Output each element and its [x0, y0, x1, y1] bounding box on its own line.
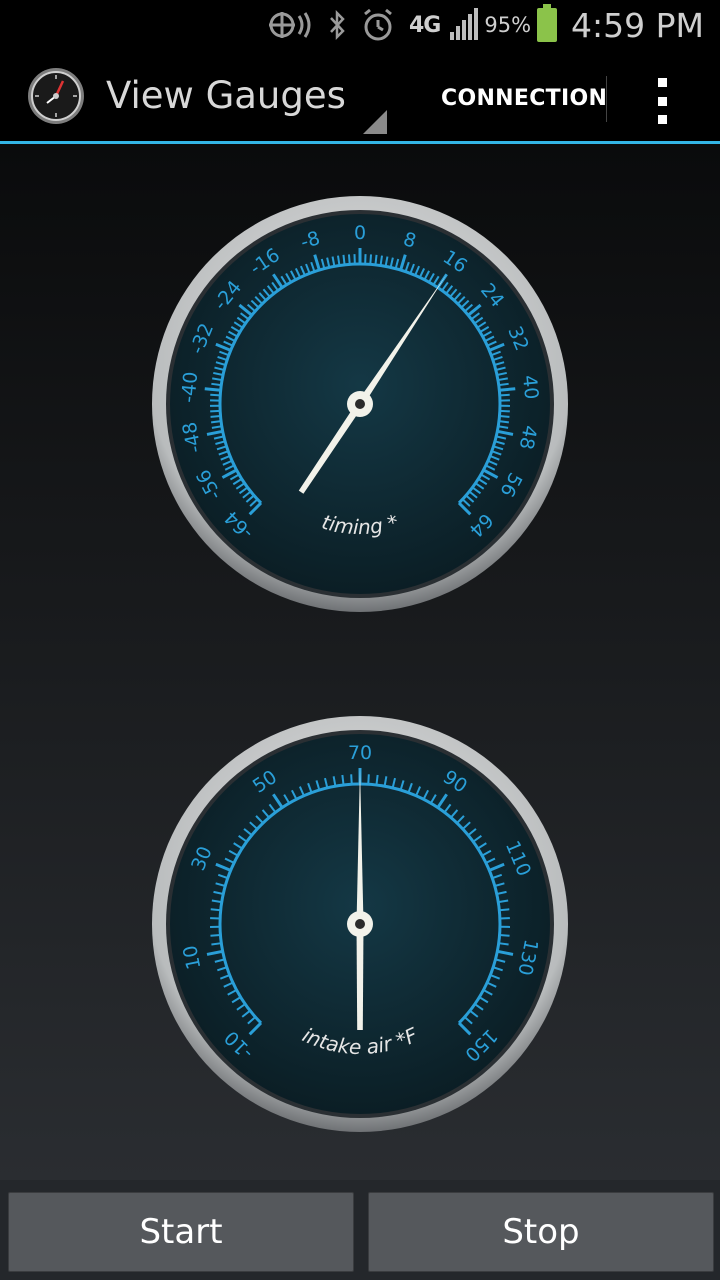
action-divider: [606, 76, 607, 122]
start-button[interactable]: Start: [8, 1192, 354, 1272]
gauge-minor-tick: [498, 382, 509, 387]
gauge-minor-tick: [347, 254, 351, 265]
gauge-minor-tick: [350, 774, 353, 785]
gauge-minor-tick: [210, 415, 221, 418]
timing-gauge-svg: -64-56-48-40-32-24-16-8 0 816243240485664t…: [152, 196, 568, 612]
gauge-minor-tick: [499, 393, 510, 397]
gauge-minor-tick: [498, 942, 509, 946]
gps-icon: [267, 10, 313, 40]
gauge-minor-tick: [498, 420, 509, 424]
timing-gauge: -64 -56 -48 -40 -32 -24 -16 -8 0 8 16 24 32 40 48 56 64 t…: [150, 194, 570, 614]
gauge-minor-tick: [342, 254, 346, 265]
gauge-minor-tick: [210, 933, 221, 937]
app-gauge-icon[interactable]: [27, 67, 85, 125]
gauge-minor-tick: [211, 942, 222, 946]
gauge-major-tick: [499, 387, 516, 392]
gauge-minor-tick: [499, 933, 510, 937]
intake-air-gauge: -10 10 30 50 70 90 110 130 150 intake air *F: [150, 714, 570, 1134]
spinner-triangle-icon[interactable]: [363, 110, 387, 134]
battery-icon: [537, 4, 558, 42]
intake-air-gauge-svg: -101030507090110130150intake air *F: [152, 716, 568, 1132]
gauge-minor-tick: [211, 420, 222, 424]
gauge-tick-label: 10: [179, 943, 205, 971]
gauge-minor-tick: [211, 382, 222, 387]
battery-percent: 95%: [484, 13, 532, 37]
page-title[interactable]: View Gauges: [106, 74, 346, 117]
connection-button[interactable]: CONNECTION: [441, 86, 607, 111]
gauges-area: -64 -56 -48 -40 -32 -24 -16 -8 0 8 16 24 32 40 48 56 64 t…: [0, 144, 720, 1180]
stop-button[interactable]: Stop: [368, 1192, 714, 1272]
gauge-minor-tick: [210, 393, 221, 397]
gauge-minor-tick: [499, 415, 510, 418]
gauge-minor-tick: [499, 908, 510, 912]
bluetooth-icon: [327, 10, 347, 40]
gauge-minor-tick: [369, 254, 373, 265]
gauge-tick-label: 48: [515, 423, 541, 451]
gauge-tick-label: 40: [518, 374, 542, 400]
clock: 4:59 PM: [571, 5, 704, 45]
gauge-minor-tick: [367, 774, 370, 785]
status-bar: 4G 95% 4:59 PM: [0, 0, 720, 50]
action-bar: View Gauges CONNECTION: [0, 50, 720, 144]
gauge-hub-center: [355, 919, 365, 929]
gauge-minor-tick: [374, 254, 378, 265]
overflow-menu-icon[interactable]: [655, 78, 669, 124]
gauge-tick-label: 70: [348, 742, 372, 764]
alarm-icon: [361, 8, 395, 42]
gauge-minor-tick: [375, 774, 379, 786]
signal-icon: [450, 8, 479, 40]
gauge-tick-label: -40: [177, 371, 202, 404]
gauge-minor-tick: [210, 908, 221, 912]
gauge-major-tick: [204, 387, 221, 392]
gauge-hub-center: [355, 399, 365, 409]
gauge-tick-label: 0: [354, 222, 366, 244]
button-bar: Start Stop: [0, 1180, 720, 1280]
gauge-minor-tick: [341, 774, 345, 786]
network-type: 4G: [408, 12, 441, 38]
